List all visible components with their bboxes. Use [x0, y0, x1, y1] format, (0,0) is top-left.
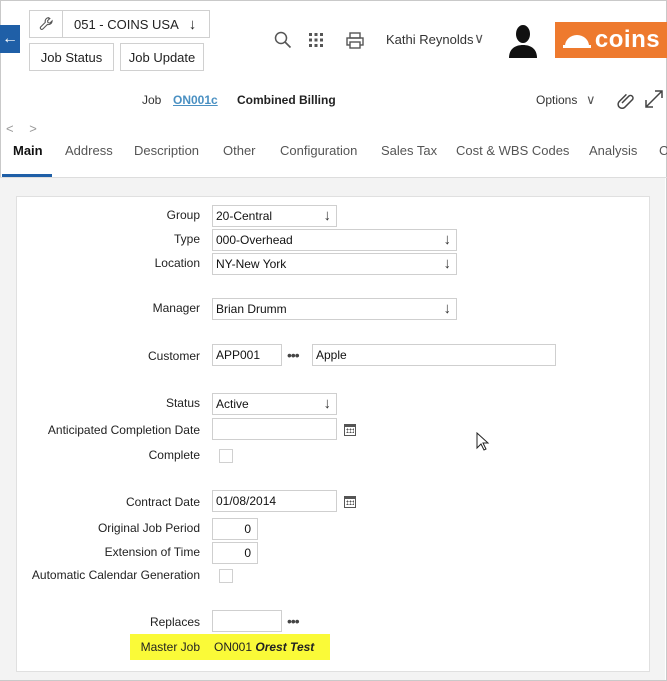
job-code-link[interactable]: ON001c	[173, 93, 218, 107]
expand-icon[interactable]	[643, 88, 665, 113]
arrow-down-icon: ↓	[323, 207, 332, 224]
master-job-code: ON001	[214, 640, 253, 654]
contract-date-field[interactable]: 01/08/2014	[212, 490, 337, 512]
contract-date-label: Contract Date	[125, 495, 200, 509]
complete-label: Complete	[148, 448, 200, 462]
manager-select[interactable]: Brian Drumm ↓	[212, 298, 457, 320]
chevron-down-icon[interactable]: ∨	[474, 30, 484, 47]
paperclip-icon[interactable]	[616, 90, 636, 113]
job-status-button[interactable]: Job Status	[29, 43, 114, 71]
manager-label: Manager	[152, 301, 200, 315]
wrench-icon	[39, 17, 53, 30]
contract-date-value: 01/08/2014	[216, 494, 277, 508]
job-status-label: Job Status	[40, 49, 103, 65]
printer-icon[interactable]	[344, 30, 366, 50]
search-icon[interactable]	[272, 30, 294, 50]
customer-lookup-icon[interactable]: •••	[287, 347, 300, 363]
customer-name-value: Apple	[316, 348, 347, 362]
apps-grid-icon[interactable]	[306, 30, 326, 50]
customer-name-field: Apple	[312, 344, 556, 366]
options-menu[interactable]: Options	[536, 93, 577, 107]
tab-description[interactable]: Description	[134, 143, 199, 158]
arrow-down-icon: ↓	[443, 255, 452, 272]
extension-of-time-field[interactable]: 0	[212, 542, 258, 564]
status-select[interactable]: Active ↓	[212, 393, 337, 415]
company-selector[interactable]: 051 - COINS USA ↓	[62, 10, 210, 38]
group-value: 20-Central	[216, 209, 273, 223]
type-label: Type	[173, 232, 200, 246]
job-update-label: Job Update	[128, 49, 196, 65]
back-arrow-icon[interactable]: ←	[0, 25, 20, 53]
job-update-button[interactable]: Job Update	[120, 43, 204, 71]
customer-code-field[interactable]: APP001	[212, 344, 282, 366]
arrow-down-icon: ↓	[188, 15, 197, 33]
chevron-down-icon[interactable]: ∨	[586, 92, 596, 108]
tab-main[interactable]: Main	[13, 143, 43, 158]
calendar-icon[interactable]	[344, 424, 356, 436]
mouse-cursor-icon	[476, 431, 490, 455]
coins-logo: coins	[555, 22, 667, 58]
anticipated-completion-date-field[interactable]	[212, 418, 337, 440]
group-select[interactable]: 20-Central ↓	[212, 205, 337, 227]
original-job-period-value: 0	[244, 522, 251, 536]
status-value: Active	[216, 397, 249, 411]
original-job-period-label: Original Job Period	[97, 521, 200, 535]
tab-other[interactable]: Other	[223, 143, 256, 158]
tab-analysis[interactable]: Analysis	[589, 143, 637, 158]
auto-calendar-label: Automatic Calendar Generation	[31, 568, 200, 582]
type-select[interactable]: 000-Overhead ↓	[212, 229, 457, 251]
manager-value: Brian Drumm	[216, 302, 287, 316]
tab-scroll-arrows[interactable]: < >	[6, 121, 43, 136]
arrow-down-icon: ↓	[323, 395, 332, 412]
tab-overflow[interactable]: C	[659, 143, 667, 158]
logo-text: coins	[594, 26, 661, 53]
replaces-label: Replaces	[149, 615, 200, 629]
calendar-icon[interactable]	[344, 496, 356, 508]
auto-calendar-checkbox[interactable]	[219, 569, 233, 583]
master-job-value: ON001 Orest Test	[214, 640, 314, 654]
active-tab-indicator	[2, 174, 52, 177]
group-label: Group	[166, 208, 200, 222]
location-label: Location	[154, 256, 200, 270]
anticipated-completion-label: Anticipated Completion Date	[47, 423, 200, 437]
replaces-field[interactable]	[212, 610, 282, 632]
original-job-period-field[interactable]: 0	[212, 518, 258, 540]
master-job-name: Orest Test	[255, 640, 315, 654]
location-value: NY-New York	[216, 257, 287, 271]
tools-button[interactable]	[29, 10, 63, 38]
extension-of-time-label: Extension of Time	[104, 545, 200, 559]
status-label: Status	[165, 396, 200, 410]
arrow-down-icon: ↓	[443, 300, 452, 317]
job-name: Combined Billing	[237, 93, 336, 107]
arrow-down-icon: ↓	[443, 231, 452, 248]
tab-sales-tax[interactable]: Sales Tax	[381, 143, 437, 158]
tab-configuration[interactable]: Configuration	[280, 143, 357, 158]
user-name[interactable]: Kathi Reynolds	[386, 32, 473, 47]
extension-of-time-value: 0	[244, 546, 251, 560]
master-job-label: Master Job	[140, 640, 200, 654]
job-label: Job	[142, 93, 162, 107]
tab-bar: Main Address Description Other Configura…	[0, 139, 667, 178]
company-name: 051 - COINS USA	[74, 16, 179, 32]
location-select[interactable]: NY-New York ↓	[212, 253, 457, 275]
type-value: 000-Overhead	[216, 233, 293, 247]
complete-checkbox[interactable]	[219, 449, 233, 463]
hardhat-icon	[562, 35, 591, 48]
customer-label: Customer	[147, 349, 200, 363]
tab-cost-wbs-codes[interactable]: Cost & WBS Codes	[456, 143, 569, 158]
tab-address[interactable]: Address	[65, 143, 113, 158]
user-avatar-icon[interactable]	[508, 24, 538, 58]
customer-code-value: APP001	[216, 348, 261, 362]
replaces-lookup-icon[interactable]: •••	[287, 613, 300, 629]
